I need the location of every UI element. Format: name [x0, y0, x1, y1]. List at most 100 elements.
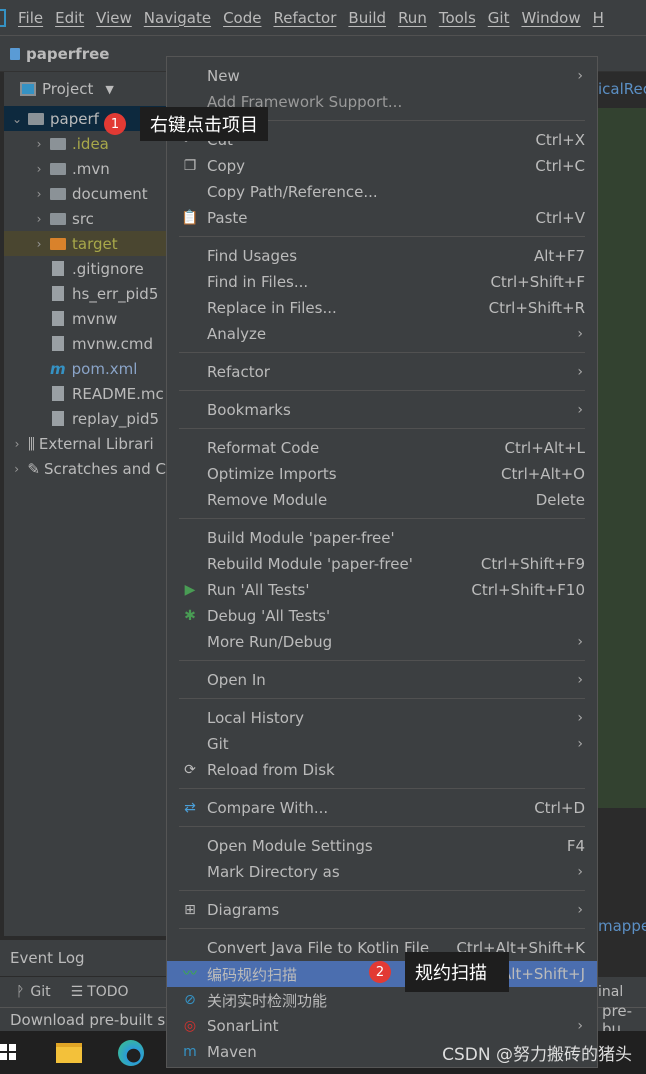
menu-item-reformat-code[interactable]: Reformat Code Ctrl+Alt+L	[179, 435, 597, 461]
chevron-icon[interactable]: ›	[32, 162, 46, 176]
menu-item-git[interactable]: Git ›	[179, 731, 597, 757]
menu-item-find-in-files[interactable]: Find in Files... Ctrl+Shift+F	[179, 269, 597, 295]
tree-item[interactable]: › .mvn	[4, 156, 166, 181]
menu-item-analyze[interactable]: Analyze ›	[179, 321, 597, 347]
chevron-icon[interactable]: ›	[32, 212, 46, 226]
edge-browser-icon[interactable]	[118, 1040, 144, 1066]
menu-item-compare-with[interactable]: ⇄ Compare With... Ctrl+D	[179, 795, 597, 821]
menu-tools[interactable]: Tools	[439, 9, 476, 27]
menu-item-more-run-debug[interactable]: More Run/Debug ›	[179, 629, 597, 655]
menu-item-local-history[interactable]: Local History ›	[179, 705, 597, 731]
watermark: CSDN @努力搬砖的猪头	[442, 1045, 632, 1065]
tree-item[interactable]: README.mc	[4, 381, 166, 406]
menu-navigate[interactable]: Navigate	[144, 9, 211, 27]
todo-tab[interactable]: TODO	[87, 984, 128, 1000]
git-tab[interactable]: Git	[30, 984, 50, 1000]
run-icon: ▶	[184, 582, 196, 598]
shortcut-label: Ctrl+Shift+F9	[480, 555, 585, 573]
file-explorer-icon[interactable]	[56, 1043, 82, 1063]
step2-tooltip: 规约扫描	[405, 952, 509, 992]
tree-item[interactable]: mvnw	[4, 306, 166, 331]
tree-item[interactable]: m pom.xml	[4, 356, 166, 381]
chevron-icon[interactable]: ›	[32, 137, 46, 151]
menu-item-open-in[interactable]: Open In ›	[179, 667, 597, 693]
menu-item-open-module-settings[interactable]: Open Module Settings F4	[179, 833, 597, 859]
menu-item-label: More Run/Debug	[207, 633, 333, 651]
tree-item[interactable]: › document	[4, 181, 166, 206]
dropdown-arrow-icon[interactable]: ▼	[105, 83, 113, 96]
editor-highlight	[598, 108, 646, 808]
menu-build[interactable]: Build	[348, 9, 386, 27]
chevron-icon[interactable]: ›	[32, 187, 46, 201]
menu-item-paste[interactable]: 📋 Paste Ctrl+V	[179, 205, 597, 231]
menu-edit[interactable]: Edit	[55, 9, 84, 27]
tree-item[interactable]: .gitignore	[4, 256, 166, 281]
menu-item-label: Mark Directory as	[207, 863, 340, 881]
menu-item-find-usages[interactable]: Find Usages Alt+F7	[179, 243, 597, 269]
menu-item-copy[interactable]: ❐ Copy Ctrl+C	[179, 153, 597, 179]
submenu-arrow-icon: ›	[577, 1018, 583, 1034]
tree-item-label: .mvn	[72, 159, 110, 178]
shortcut-label: Ctrl+V	[535, 209, 585, 227]
menu-item-build-module-paper-free[interactable]: Build Module 'paper-free'	[179, 525, 597, 551]
diagram-icon: ⊞	[184, 902, 196, 918]
editor-area: icalRec mappe	[598, 72, 646, 938]
menu-file[interactable]: File	[18, 9, 43, 27]
file-icon	[52, 261, 64, 276]
project-tree: ⌄ paperf › .idea › .mvn › document › src › target .g…	[4, 106, 166, 936]
menu-refactor[interactable]: Refactor	[273, 9, 336, 27]
ide-logo-icon	[0, 8, 6, 27]
menu-separator	[179, 352, 585, 353]
tree-item[interactable]: › ⫼ External Librari	[4, 431, 166, 456]
menu-item-run-all-tests[interactable]: ▶ Run 'All Tests' Ctrl+Shift+F10	[179, 577, 597, 603]
menu-item-debug-all-tests[interactable]: ✱ Debug 'All Tests'	[179, 603, 597, 629]
menu-item-label: Compare With...	[207, 799, 329, 817]
folder-icon	[50, 187, 66, 200]
menu-item-sonarlint[interactable]: ◎ SonarLint ›	[179, 1013, 597, 1039]
menu-item-label: Rebuild Module 'paper-free'	[207, 555, 413, 573]
menu-item-diagrams[interactable]: ⊞ Diagrams ›	[179, 897, 597, 923]
windows-start-icon[interactable]	[0, 1044, 16, 1060]
tree-item[interactable]: › src	[4, 206, 166, 231]
menu-view[interactable]: View	[96, 9, 132, 27]
menu-item-mark-directory-as[interactable]: Mark Directory as ›	[179, 859, 597, 885]
project-name[interactable]: paperfree	[26, 45, 109, 63]
terminal-tab[interactable]: inal	[598, 984, 623, 1000]
chevron-icon[interactable]: ⌄	[10, 112, 24, 126]
menu-h[interactable]: H	[593, 9, 604, 27]
menu-item-optimize-imports[interactable]: Optimize Imports Ctrl+Alt+O	[179, 461, 597, 487]
menu-item-replace-in-files[interactable]: Replace in Files... Ctrl+Shift+R	[179, 295, 597, 321]
tree-item-label: mvnw	[72, 309, 118, 328]
menu-git[interactable]: Git	[488, 9, 510, 27]
tree-item[interactable]: › target	[4, 231, 166, 256]
menu-item-bookmarks[interactable]: Bookmarks ›	[179, 397, 597, 423]
menu-item-copy-path-reference[interactable]: Copy Path/Reference...	[179, 179, 597, 205]
menu-item-remove-module[interactable]: Remove Module Delete	[179, 487, 597, 513]
status-message[interactable]: Download pre-built sh	[10, 1011, 175, 1029]
tree-item[interactable]: replay_pid5	[4, 406, 166, 431]
folder-icon	[50, 212, 66, 225]
menu-item-new[interactable]: New ›	[179, 63, 597, 89]
submenu-arrow-icon: ›	[577, 672, 583, 688]
menu-run[interactable]: Run	[398, 9, 427, 27]
menu-item-reload-from-disk[interactable]: ⟳ Reload from Disk	[179, 757, 597, 783]
tree-item[interactable]: mvnw.cmd	[4, 331, 166, 356]
menu-item-refactor[interactable]: Refactor ›	[179, 359, 597, 385]
event-log-panel[interactable]: Event Log	[0, 940, 166, 976]
shortcut-label: Ctrl+Shift+F10	[471, 581, 585, 599]
tree-item[interactable]: hs_err_pid5	[4, 281, 166, 306]
chevron-icon[interactable]: ›	[10, 462, 23, 476]
tree-item[interactable]: › ✎ Scratches and C	[4, 456, 166, 481]
chevron-icon[interactable]: ›	[10, 437, 24, 451]
menu-item-label: Optimize Imports	[207, 465, 337, 483]
menu-window[interactable]: Window	[521, 9, 580, 27]
shortcut-label: Ctrl+D	[534, 799, 585, 817]
menu-code[interactable]: Code	[223, 9, 261, 27]
project-view-selector[interactable]: Project	[42, 80, 93, 98]
menu-item-label: 编码规约扫描	[207, 965, 298, 984]
chevron-icon[interactable]: ›	[32, 237, 46, 251]
tree-item-label: src	[72, 209, 94, 228]
menu-item-label: Bookmarks	[207, 401, 291, 419]
editor-tab[interactable]: icalRec	[598, 80, 646, 98]
menu-item-rebuild-module-paper-free[interactable]: Rebuild Module 'paper-free' Ctrl+Shift+F9	[179, 551, 597, 577]
